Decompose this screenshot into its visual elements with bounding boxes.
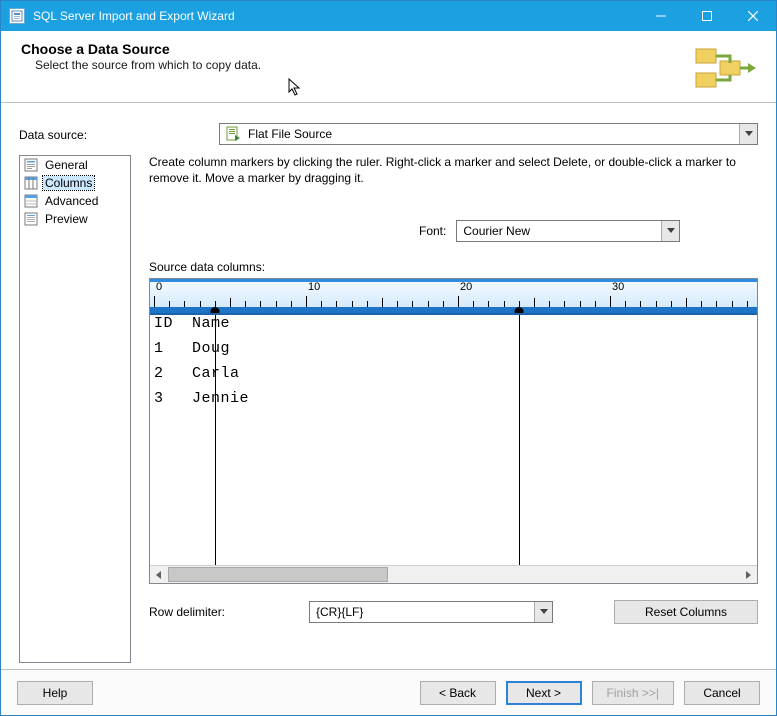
source-columns-grid: 010203040 ID Name1 Doug2 Carla3 Jennie [149,278,758,584]
font-row: Font: Courier New [149,220,758,242]
sidebar-item-columns[interactable]: Columns [20,174,130,192]
source-columns-label: Source data columns: [149,260,758,274]
flatfile-icon [224,125,242,143]
sidebar-nav: General Columns Advanced Preview [19,155,131,663]
sidebar-item-label: Preview [43,212,90,226]
column-marker-handle[interactable] [210,307,219,315]
sidebar-item-label: General [43,158,90,172]
datasource-value: Flat File Source [246,127,739,141]
window-title: SQL Server Import and Export Wizard [33,9,638,23]
dropdown-icon [661,221,679,241]
datasource-combobox[interactable]: Flat File Source [219,123,758,145]
dropdown-icon [739,124,757,144]
sidebar-item-advanced[interactable]: Advanced [20,192,130,210]
maximize-button[interactable] [684,1,730,31]
reset-columns-button[interactable]: Reset Columns [614,600,758,624]
page-subtitle: Select the source from which to copy dat… [35,58,690,72]
app-icon [9,8,25,24]
sidebar-item-preview[interactable]: Preview [20,210,130,228]
preview-icon [23,211,39,227]
column-marker-line [519,315,520,565]
datasource-row: Data source: Flat File Source [19,123,758,145]
ruler-tick-label: 20 [460,281,472,293]
scroll-thumb[interactable] [168,567,388,582]
wizard-header: Choose a Data Source Select the source f… [1,31,776,103]
column-marker-line [215,315,216,565]
advanced-icon [23,193,39,209]
back-button[interactable]: < Back [420,681,496,705]
row-delimiter-value: {CR}{LF} [310,605,534,619]
general-icon [23,157,39,173]
columns-panel: Create column markers by clicking the ru… [131,155,758,663]
scroll-right-button[interactable] [739,566,757,583]
content-area: Data source: Flat File Source General Co… [1,103,776,669]
sidebar-item-general[interactable]: General [20,156,130,174]
close-button[interactable] [730,1,776,31]
horizontal-scrollbar[interactable] [150,565,757,583]
row-delimiter-combobox[interactable]: {CR}{LF} [309,601,553,623]
preview-row: 2 Carla [150,365,757,390]
row-delimiter-row: Row delimiter: {CR}{LF} Reset Columns [149,600,758,624]
font-combobox[interactable]: Courier New [456,220,680,242]
wizard-footer: Help < Back Next > Finish >>| Cancel [1,669,776,715]
cancel-button[interactable]: Cancel [684,681,760,705]
row-delimiter-label: Row delimiter: [149,605,309,619]
page-title: Choose a Data Source [21,41,690,57]
instructions-text: Create column markers by clicking the ru… [149,155,758,186]
data-preview-area: ID Name1 Doug2 Carla3 Jennie [150,315,757,565]
minimize-button[interactable] [638,1,684,31]
dropdown-icon [534,602,552,622]
ruler-tick-label: 10 [308,281,320,293]
scroll-left-button[interactable] [150,566,168,583]
wizard-window: SQL Server Import and Export Wizard Choo… [0,0,777,716]
scroll-track[interactable] [168,566,739,583]
column-ruler[interactable]: 010203040 [150,279,757,315]
preview-row: 1 Doug [150,340,757,365]
preview-row: ID Name [150,315,757,340]
ruler-tick-label: 30 [612,281,624,293]
finish-button: Finish >>| [592,681,674,705]
preview-row: 3 Jennie [150,390,757,415]
help-button[interactable]: Help [17,681,93,705]
main-row: General Columns Advanced Preview Create … [19,155,758,663]
header-graphic-icon [690,39,762,99]
font-label: Font: [419,224,446,238]
next-button[interactable]: Next > [506,681,582,705]
sidebar-item-label: Columns [43,176,94,190]
ruler-tick-label: 0 [156,281,162,293]
titlebar: SQL Server Import and Export Wizard [1,1,776,31]
sidebar-item-label: Advanced [43,194,100,208]
column-marker-handle[interactable] [514,307,523,315]
columns-icon [23,175,39,191]
font-value: Courier New [457,224,661,238]
datasource-label: Data source: [19,126,219,142]
